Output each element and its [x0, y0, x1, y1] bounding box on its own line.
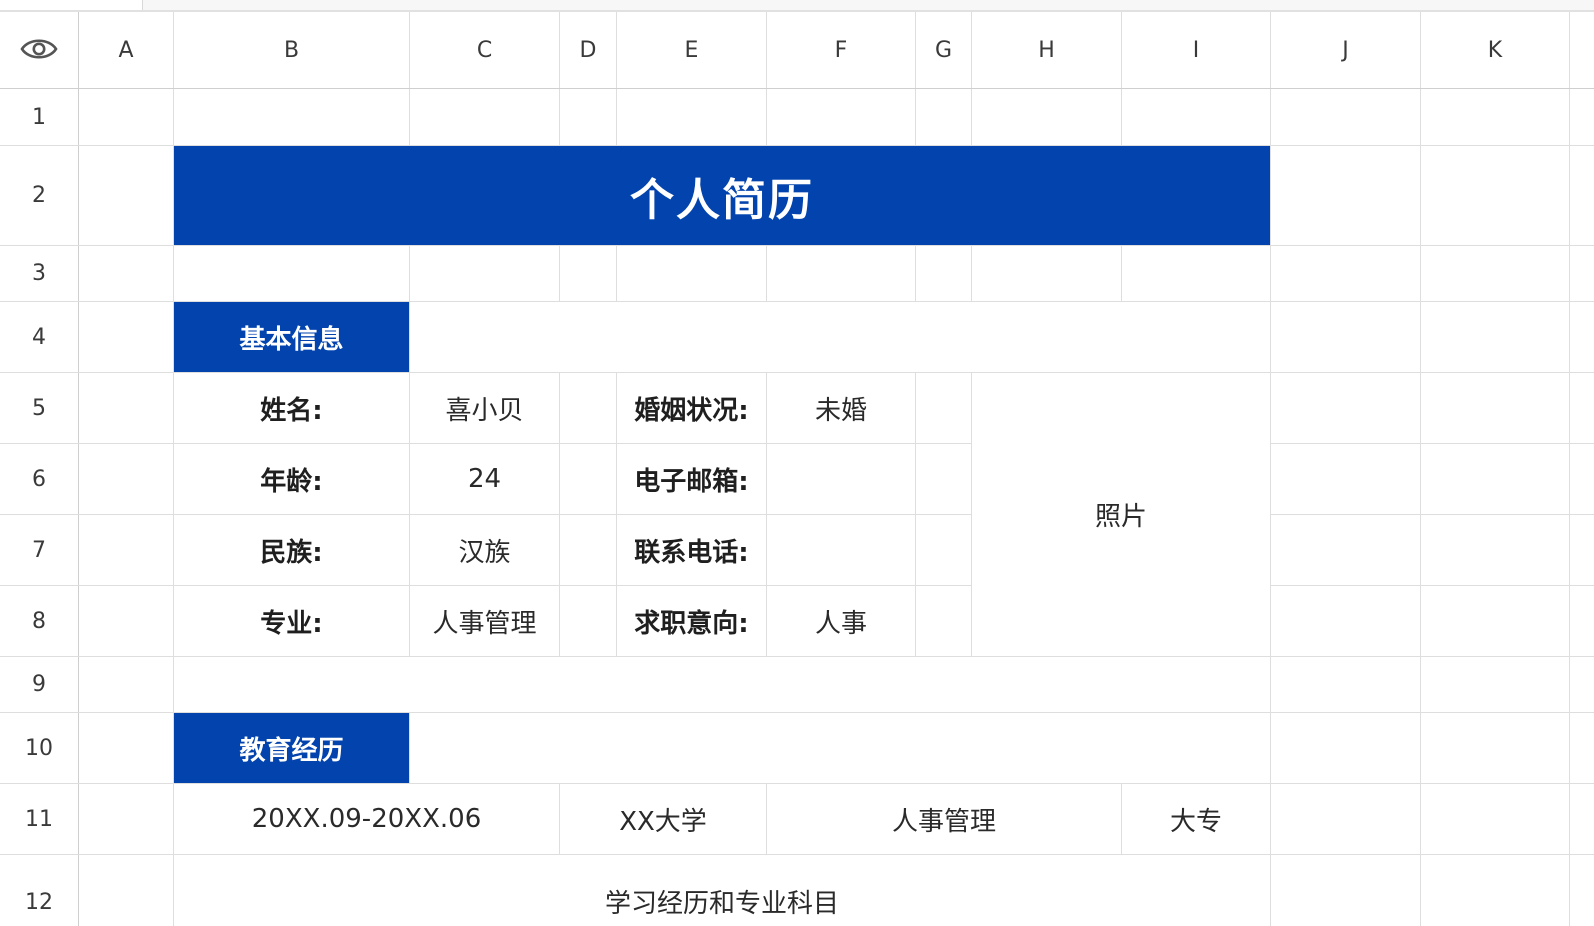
- column-header-g[interactable]: G: [916, 12, 971, 88]
- age-value[interactable]: 24: [410, 444, 559, 514]
- ethnicity-value[interactable]: 汉族: [410, 515, 559, 585]
- phone-value[interactable]: [767, 515, 915, 585]
- row-header-8[interactable]: 8: [0, 586, 78, 656]
- column-header-c[interactable]: C: [410, 12, 559, 88]
- column-header-k[interactable]: K: [1421, 12, 1569, 88]
- column-header-e[interactable]: E: [617, 12, 766, 88]
- merged-cell-row10[interactable]: [410, 713, 1270, 783]
- resume-title[interactable]: 个人简历: [174, 146, 1270, 245]
- job-intent-value[interactable]: 人事: [767, 586, 915, 656]
- grid-line: [1420, 12, 1421, 926]
- row-header-10[interactable]: 10: [0, 713, 78, 783]
- grid-line: [0, 88, 1594, 89]
- row-header-3[interactable]: 3: [0, 246, 78, 301]
- column-header-j[interactable]: J: [1271, 12, 1420, 88]
- sheet-tab[interactable]: [0, 0, 143, 10]
- column-header-i[interactable]: I: [1122, 12, 1270, 88]
- eye-icon[interactable]: [20, 36, 58, 62]
- marital-status-value[interactable]: 未婚: [767, 373, 915, 443]
- row-header-2[interactable]: 2: [0, 146, 78, 245]
- grid-line: [0, 245, 1594, 246]
- marital-status-label[interactable]: 婚姻状况:: [617, 373, 766, 443]
- row-header-7[interactable]: 7: [0, 515, 78, 585]
- merged-cell-row9[interactable]: [174, 657, 1270, 712]
- name-value[interactable]: 喜小贝: [410, 373, 559, 443]
- name-label[interactable]: 姓名:: [174, 373, 409, 443]
- column-header-f[interactable]: F: [767, 12, 915, 88]
- education-major[interactable]: 人事管理: [767, 784, 1121, 854]
- email-label[interactable]: 电子邮箱:: [617, 444, 766, 514]
- merged-cell-row4[interactable]: [410, 302, 1270, 372]
- age-label[interactable]: 年龄:: [174, 444, 409, 514]
- top-toolbar-strip: [0, 0, 1594, 12]
- column-header-d[interactable]: D: [560, 12, 616, 88]
- row-header-11[interactable]: 11: [0, 784, 78, 854]
- grid-line: [1569, 12, 1570, 926]
- education-detail-title[interactable]: 学习经历和专业科目: [174, 855, 1270, 926]
- section-header-basic-info[interactable]: 基本信息: [174, 302, 409, 372]
- section-header-education[interactable]: 教育经历: [174, 713, 409, 783]
- photo-placeholder[interactable]: 照片: [972, 373, 1270, 656]
- ethnicity-label[interactable]: 民族:: [174, 515, 409, 585]
- column-header-h[interactable]: H: [972, 12, 1121, 88]
- row-header-12[interactable]: 12: [0, 855, 78, 915]
- spreadsheet: A B C D E F G H I J K 1 2 3 4 5 6 7 8 9 …: [0, 0, 1594, 926]
- email-value[interactable]: [767, 444, 915, 514]
- education-period[interactable]: 20XX.09-20XX.06: [174, 784, 559, 854]
- row-header-1[interactable]: 1: [0, 89, 78, 145]
- phone-label[interactable]: 联系电话:: [617, 515, 766, 585]
- row-header-4[interactable]: 4: [0, 302, 78, 372]
- column-header-b[interactable]: B: [174, 12, 409, 88]
- job-intent-label[interactable]: 求职意向:: [617, 586, 766, 656]
- education-school[interactable]: XX大学: [560, 784, 766, 854]
- column-header-a[interactable]: A: [79, 12, 173, 88]
- row-header-6[interactable]: 6: [0, 444, 78, 514]
- major-value[interactable]: 人事管理: [410, 586, 559, 656]
- row-header-9[interactable]: 9: [0, 657, 78, 712]
- major-label[interactable]: 专业:: [174, 586, 409, 656]
- grid-line: [1270, 12, 1271, 926]
- row-header-5[interactable]: 5: [0, 373, 78, 443]
- education-degree[interactable]: 大专: [1122, 784, 1270, 854]
- grid-line: [78, 12, 79, 926]
